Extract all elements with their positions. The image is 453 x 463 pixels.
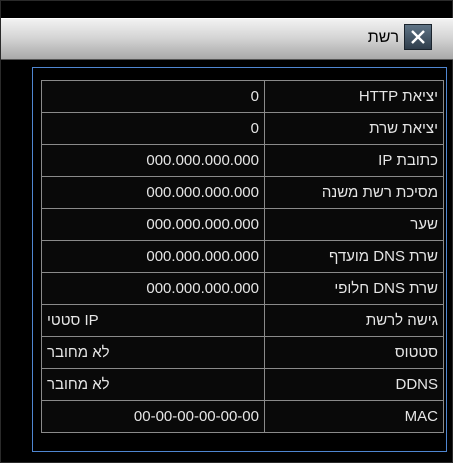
server-port-label: יציאת שרת [264, 112, 444, 145]
title-bar: רשת [1, 18, 453, 60]
preferred-dns-label: שרת DNS מועדף [264, 240, 444, 273]
ip-address-value[interactable]: 000.000.000.000 [41, 144, 265, 177]
table-row: 00-00-00-00-00-00 MAC [41, 400, 444, 433]
table-row[interactable]: 000.000.000.000 שרת DNS חלופי [41, 272, 444, 305]
table-row: לא מחובר סטטוס [41, 336, 444, 369]
table-row[interactable]: 0 יציאת שרת [41, 112, 444, 145]
ip-address-label: כתובת IP [264, 144, 444, 177]
table-row[interactable]: 000.000.000.000 כתובת IP [41, 144, 444, 177]
alternate-dns-label: שרת DNS חלופי [264, 272, 444, 305]
table-row[interactable]: 000.000.000.000 מסיכת רשת משנה [41, 176, 444, 209]
close-icon [411, 30, 425, 44]
alternate-dns-value[interactable]: 000.000.000.000 [41, 272, 265, 305]
gateway-value[interactable]: 000.000.000.000 [41, 208, 265, 241]
gateway-label: שער [264, 208, 444, 241]
http-port-value[interactable]: 0 [41, 80, 265, 113]
network-access-value[interactable]: IP סטטי [41, 304, 265, 337]
window-title: רשת [367, 29, 399, 46]
server-port-value[interactable]: 0 [41, 112, 265, 145]
preferred-dns-value[interactable]: 000.000.000.000 [41, 240, 265, 273]
ddns-label: DDNS [264, 368, 444, 401]
subnet-mask-value[interactable]: 000.000.000.000 [41, 176, 265, 209]
table-row[interactable]: 000.000.000.000 שער [41, 208, 444, 241]
mac-value: 00-00-00-00-00-00 [41, 400, 265, 433]
subnet-mask-label: מסיכת רשת משנה [264, 176, 444, 209]
table-row[interactable]: IP סטטי גישה לרשת [41, 304, 444, 337]
close-button[interactable] [404, 24, 432, 50]
network-access-label: גישה לרשת [264, 304, 444, 337]
network-settings-table: 0 יציאת HTTP 0 יציאת שרת 000.000.000.000… [41, 80, 444, 433]
mac-label: MAC [264, 400, 444, 433]
http-port-label: יציאת HTTP [264, 80, 444, 113]
status-value: לא מחובר [41, 336, 265, 369]
status-label: סטטוס [264, 336, 444, 369]
ddns-value[interactable]: לא מחובר [41, 368, 265, 401]
table-row[interactable]: לא מחובר DDNS [41, 368, 444, 401]
table-row[interactable]: 0 יציאת HTTP [41, 80, 444, 113]
table-row[interactable]: 000.000.000.000 שרת DNS מועדף [41, 240, 444, 273]
network-window: רשת 0 יציאת HTTP 0 יציאת שרת 000.000.000… [0, 0, 453, 463]
